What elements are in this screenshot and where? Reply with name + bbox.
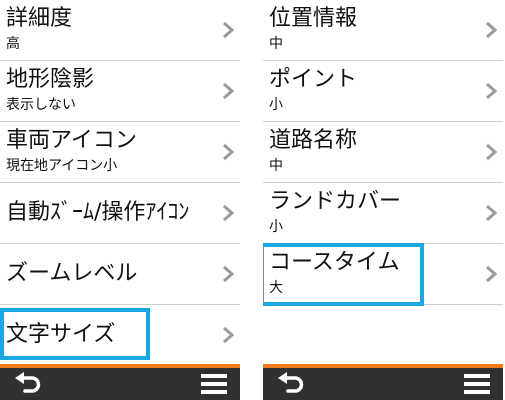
menu-item-points[interactable]: ポイント 小 <box>263 61 503 122</box>
chevron-right-icon <box>223 204 234 222</box>
menu-item-value: 小 <box>269 97 283 113</box>
chevron-right-icon <box>486 265 497 283</box>
menu-item-value: 現在地アイコン小 <box>6 158 118 174</box>
menu-item-title: 道路名称 <box>269 128 358 153</box>
chevron-right-icon <box>223 265 234 283</box>
menu-item-auto-zoom[interactable]: 自動ｽﾞｰﾑ/操作ｱｲｺﾝ <box>0 183 240 244</box>
settings-menu-left: 詳細度 高 地形陰影 表示しない 車両アイコン 現在地アイコン小 自動ｽﾞｰﾑ/… <box>0 0 240 366</box>
menu-item-title: ランドカバー <box>269 189 402 214</box>
right-settings-screen: 位置情報 中 ポイント 小 道路名称 中 ランドカバー 小 コースタイム 大 <box>263 0 503 400</box>
hamburger-menu-icon[interactable] <box>463 372 491 396</box>
accent-line <box>0 364 240 368</box>
menu-item-title: 車両アイコン <box>6 128 137 153</box>
hamburger-menu-icon[interactable] <box>200 372 228 396</box>
menu-item-shaded-relief[interactable]: 地形陰影 表示しない <box>0 61 240 122</box>
chevron-right-icon <box>223 143 234 161</box>
bottom-navigation-bar <box>263 364 503 400</box>
menu-item-value: 高 <box>6 36 20 52</box>
menu-item-value: 大 <box>269 280 283 296</box>
menu-item-title: 自動ｽﾞｰﾑ/操作ｱｲｺﾝ <box>6 200 190 225</box>
menu-item-title: 詳細度 <box>6 6 73 31</box>
chevron-right-icon <box>486 21 497 39</box>
bottom-navigation-bar <box>0 364 240 400</box>
settings-menu-right: 位置情報 中 ポイント 小 道路名称 中 ランドカバー 小 コースタイム 大 <box>263 0 503 305</box>
chevron-right-icon <box>486 143 497 161</box>
menu-item-road-names[interactable]: 道路名称 中 <box>263 122 503 183</box>
menu-item-value: 小 <box>269 219 283 235</box>
menu-item-location-text[interactable]: 位置情報 中 <box>263 0 503 61</box>
menu-item-detail-level[interactable]: 詳細度 高 <box>0 0 240 61</box>
menu-item-course-time[interactable]: コースタイム 大 <box>263 244 503 305</box>
left-settings-screen: 詳細度 高 地形陰影 表示しない 車両アイコン 現在地アイコン小 自動ｽﾞｰﾑ/… <box>0 0 240 400</box>
menu-item-value: 表示しない <box>6 97 76 113</box>
chevron-right-icon <box>486 82 497 100</box>
menu-item-text-size[interactable]: 文字サイズ <box>0 305 240 366</box>
menu-item-title: 地形陰影 <box>6 67 95 92</box>
back-arrow-icon[interactable] <box>12 372 44 396</box>
menu-item-land-cover[interactable]: ランドカバー 小 <box>263 183 503 244</box>
menu-item-value: 中 <box>269 158 283 174</box>
menu-item-title: ズームレベル <box>6 261 138 286</box>
chevron-right-icon <box>223 21 234 39</box>
menu-item-title: 文字サイズ <box>6 322 116 347</box>
menu-item-zoom-levels[interactable]: ズームレベル <box>0 244 240 305</box>
accent-line <box>263 364 503 368</box>
menu-item-title: 位置情報 <box>269 6 358 31</box>
chevron-right-icon <box>223 82 234 100</box>
back-arrow-icon[interactable] <box>275 372 307 396</box>
menu-item-value: 中 <box>269 36 283 52</box>
menu-item-vehicle-icon[interactable]: 車両アイコン 現在地アイコン小 <box>0 122 240 183</box>
chevron-right-icon <box>486 204 497 222</box>
chevron-right-icon <box>223 326 234 344</box>
menu-item-title: コースタイム <box>269 250 400 275</box>
menu-item-title: ポイント <box>269 67 358 92</box>
